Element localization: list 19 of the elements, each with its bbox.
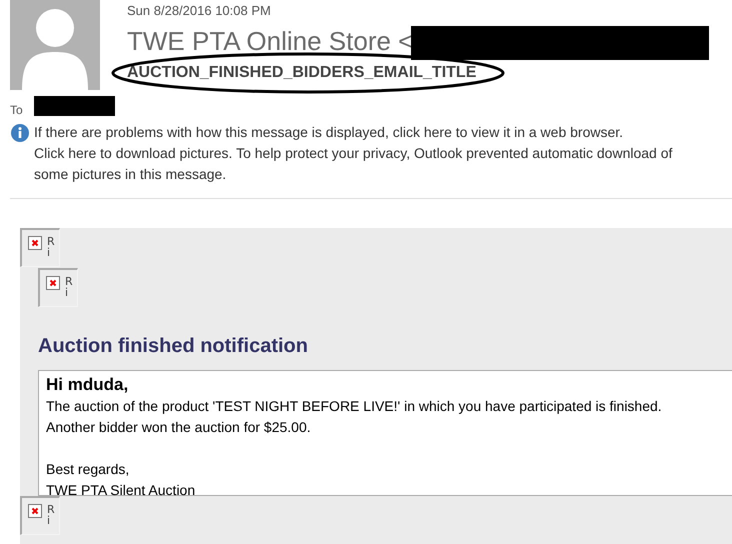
alt-text: i bbox=[47, 515, 52, 526]
message-paragraph: Best regards, TWE PTA Silent Auction bbox=[46, 460, 196, 500]
alt-text: i bbox=[65, 287, 70, 298]
sent-date: Sun 8/28/2016 10:08 PM bbox=[127, 3, 272, 18]
broken-image-icon bbox=[28, 236, 42, 250]
alt-text: R bbox=[47, 504, 55, 515]
broken-image-icon bbox=[28, 504, 42, 518]
message-paragraph: The auction of the product 'TEST NIGHT BEFORE LIVE!' in which you have participated is finished. Another bidder won the auction for $25.00. bbox=[46, 397, 663, 437]
download-pictures-notice[interactable]: Click here to download pictures. To help protect your privacy, Outlook prevented automatic download of some pictures in this message. bbox=[34, 143, 672, 185]
subject-line: AUCTION_FINISHED_BIDDERS_EMAIL_TITLE bbox=[127, 64, 476, 81]
alt-text: i bbox=[47, 247, 52, 258]
alt-text: R bbox=[47, 236, 55, 247]
alt-text: R bbox=[65, 276, 73, 287]
notification-heading: Auction finished notification bbox=[38, 334, 309, 358]
broken-image-icon bbox=[46, 276, 60, 290]
info-icon bbox=[11, 124, 29, 142]
web-view-notice[interactable]: If there are problems with how this message is displayed, click here to view it in a web browser. bbox=[34, 122, 672, 143]
greeting: Hi mduda, bbox=[46, 374, 130, 396]
to-label: To bbox=[10, 103, 24, 117]
